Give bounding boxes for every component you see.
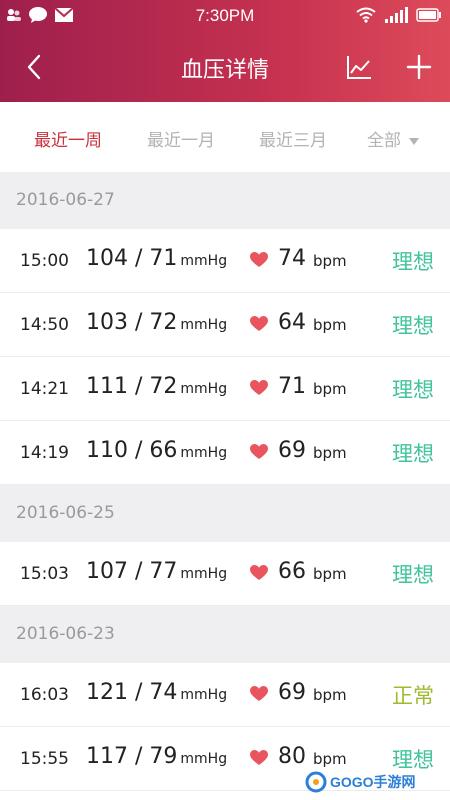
reading-row[interactable]: 15:03 107 / 77 mmHg 66 bpm 理想 xyxy=(0,542,450,606)
watermark-logo-icon xyxy=(305,771,327,793)
reading-row[interactable]: 14:21 111 / 72 mmHg 71 bpm 理想 xyxy=(0,357,450,421)
date-header: 2016-06-27 xyxy=(0,172,450,229)
date-header: 2016-06-23 xyxy=(0,606,450,663)
pulse-value: 69 xyxy=(278,438,306,463)
heart-icon xyxy=(250,565,268,580)
tab-last-three-months[interactable]: 最近三月 xyxy=(259,126,327,151)
status-label: 理想 xyxy=(392,442,434,466)
blood-pressure-value: 117 / 79 mmHg xyxy=(86,744,227,769)
heart-icon xyxy=(250,252,268,267)
reading-time: 15:55 xyxy=(20,749,69,769)
dropdown-caret-icon xyxy=(409,137,419,145)
pulse-unit: bpm xyxy=(313,565,347,583)
blood-pressure-value: 111 / 72 mmHg xyxy=(86,374,227,399)
tab-all-label: 全部 xyxy=(367,131,401,151)
signal-icon xyxy=(385,7,408,23)
pulse-unit: bpm xyxy=(313,444,347,462)
pulse-value: 66 xyxy=(278,559,306,584)
blood-pressure-value: 104 / 71 mmHg xyxy=(86,246,227,271)
heart-icon xyxy=(250,444,268,459)
add-icon[interactable] xyxy=(404,52,434,82)
wifi-icon xyxy=(356,7,376,23)
chart-icon[interactable] xyxy=(344,52,374,82)
blood-pressure-value: 103 / 72 mmHg xyxy=(86,310,227,335)
blood-pressure-value: 121 / 74 mmHg xyxy=(86,680,227,705)
pulse-unit: bpm xyxy=(313,750,347,768)
pulse-unit: bpm xyxy=(313,252,347,270)
pulse-unit: bpm xyxy=(313,686,347,704)
status-label: 理想 xyxy=(392,378,434,402)
reading-list: 2016-06-27 15:00 104 / 71 mmHg 74 bpm 理想 14:50 1… xyxy=(0,172,450,791)
blood-pressure-text: 110 / 66 xyxy=(86,438,178,463)
blood-pressure-unit: mmHg xyxy=(180,687,228,703)
blood-pressure-text: 103 / 72 xyxy=(86,310,178,335)
tab-all[interactable]: 全部 xyxy=(367,126,419,151)
pulse-value: 64 xyxy=(278,310,306,335)
status-label: 理想 xyxy=(392,314,434,338)
pulse-value: 71 xyxy=(278,374,306,399)
blood-pressure-unit: mmHg xyxy=(180,381,228,397)
reading-time: 15:03 xyxy=(20,564,69,584)
heart-icon xyxy=(250,750,268,765)
page-title: 血压详情 xyxy=(180,58,269,83)
watermark: GOGO手游网 xyxy=(305,770,435,794)
navigation-bar: 血压详情 xyxy=(0,32,450,102)
blood-pressure-unit: mmHg xyxy=(180,566,228,582)
status-bar: 7:30PM xyxy=(0,0,450,32)
blood-pressure-unit: mmHg xyxy=(180,317,228,333)
pulse-unit: bpm xyxy=(313,316,347,334)
date-header: 2016-06-25 xyxy=(0,485,450,542)
blood-pressure-value: 110 / 66 mmHg xyxy=(86,438,227,463)
reading-time: 14:19 xyxy=(20,443,69,463)
blood-pressure-value: 107 / 77 mmHg xyxy=(86,559,227,584)
blood-pressure-unit: mmHg xyxy=(180,445,228,461)
top-bar: 7:30PM 血压详情 xyxy=(0,0,450,102)
heart-icon xyxy=(250,380,268,395)
status-label: 理想 xyxy=(392,563,434,587)
heart-icon xyxy=(250,686,268,701)
status-label: 正常 xyxy=(392,684,434,708)
pulse-value: 69 xyxy=(278,680,306,705)
blood-pressure-text: 111 / 72 xyxy=(86,374,178,399)
reading-row[interactable]: 14:19 110 / 66 mmHg 69 bpm 理想 xyxy=(0,421,450,485)
tab-last-month[interactable]: 最近一月 xyxy=(147,126,215,151)
reading-time: 15:00 xyxy=(20,251,69,271)
reading-time: 14:21 xyxy=(20,379,69,399)
reading-row[interactable]: 14:50 103 / 72 mmHg 64 bpm 理想 xyxy=(0,293,450,357)
blood-pressure-unit: mmHg xyxy=(180,253,228,269)
heart-icon xyxy=(250,316,268,331)
blood-pressure-unit: mmHg xyxy=(180,751,228,767)
pulse-unit: bpm xyxy=(313,380,347,398)
tab-last-week[interactable]: 最近一周 xyxy=(34,126,102,151)
reading-time: 16:03 xyxy=(20,685,69,705)
pulse-value: 74 xyxy=(278,246,306,271)
reading-row[interactable]: 16:03 121 / 74 mmHg 69 bpm 正常 xyxy=(0,663,450,727)
status-label: 理想 xyxy=(392,250,434,274)
status-system xyxy=(356,7,442,23)
blood-pressure-text: 104 / 71 xyxy=(86,246,178,271)
blood-pressure-text: 107 / 77 xyxy=(86,559,178,584)
period-tabs: 最近一周 最近一月 最近三月 全部 xyxy=(0,102,450,172)
blood-pressure-text: 121 / 74 xyxy=(86,680,178,705)
reading-row[interactable]: 15:00 104 / 71 mmHg 74 bpm 理想 xyxy=(0,229,450,293)
blood-pressure-text: 117 / 79 xyxy=(86,744,178,769)
battery-icon xyxy=(416,8,441,22)
watermark-text: GOGO手游网 xyxy=(330,774,416,790)
reading-time: 14:50 xyxy=(20,315,69,335)
pulse-value: 80 xyxy=(278,744,306,769)
